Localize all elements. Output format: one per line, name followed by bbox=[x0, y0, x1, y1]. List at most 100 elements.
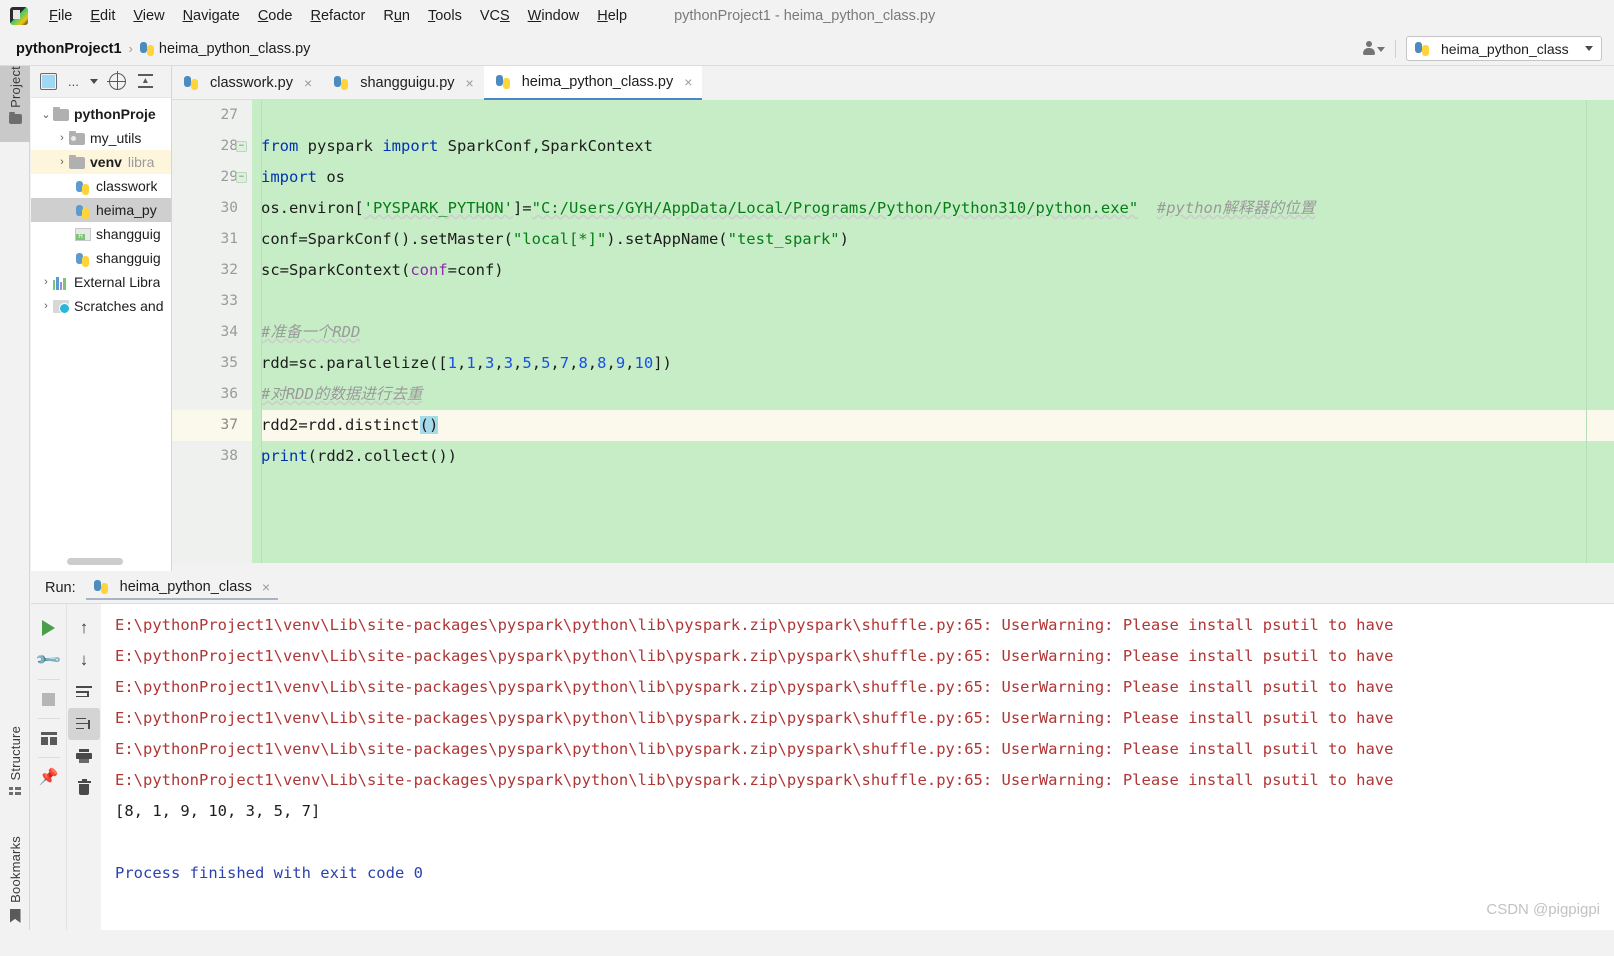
close-icon[interactable]: × bbox=[466, 75, 474, 91]
select-opened-file-icon[interactable] bbox=[40, 73, 57, 90]
menu-file-label: ile bbox=[57, 8, 73, 24]
tree-item-shangguigu-py[interactable]: shangguig bbox=[31, 246, 171, 270]
html-file-icon bbox=[75, 228, 91, 241]
play-icon bbox=[42, 620, 55, 636]
scratches-icon bbox=[53, 300, 70, 314]
rerun-button[interactable] bbox=[33, 612, 65, 644]
folder-icon bbox=[53, 106, 69, 121]
run-tab-label: heima_python_class bbox=[119, 579, 252, 595]
code-line-29: import os bbox=[261, 168, 345, 186]
tab-shangguigu-py[interactable]: shangguigu.py × bbox=[322, 66, 484, 100]
breadcrumb-project[interactable]: pythonProject1 bbox=[16, 41, 122, 57]
layout-button[interactable] bbox=[33, 722, 65, 754]
code-line-30: os.environ['PYSPARK_PYTHON']="C:/Users/G… bbox=[261, 199, 1316, 217]
menu-window[interactable]: Window bbox=[519, 5, 589, 27]
python-file-icon bbox=[139, 41, 154, 56]
chevron-down-icon[interactable]: ⌄ bbox=[39, 108, 53, 121]
project-horizontal-scrollbar[interactable] bbox=[67, 558, 123, 565]
clear-all-button[interactable] bbox=[68, 772, 100, 804]
printer-icon bbox=[76, 749, 92, 763]
source-folder-icon bbox=[69, 130, 85, 145]
editor-horizontal-scrollbar[interactable] bbox=[172, 563, 1614, 572]
chevron-right-icon[interactable]: › bbox=[55, 156, 69, 168]
locate-icon[interactable] bbox=[106, 71, 126, 90]
chevron-right-icon[interactable]: › bbox=[39, 276, 53, 288]
trash-icon bbox=[77, 779, 91, 795]
editor-tab-bar: classwork.py × shangguigu.py × heima_pyt… bbox=[172, 66, 1614, 100]
tab-heima-python-class-py[interactable]: heima_python_class.py × bbox=[483, 66, 703, 100]
menu-view[interactable]: View bbox=[124, 5, 173, 27]
indent-guide bbox=[261, 100, 262, 571]
sidebar-item-structure[interactable]: Structure bbox=[0, 726, 30, 818]
menu-tools[interactable]: Tools bbox=[419, 5, 471, 27]
tree-item-my-utils[interactable]: › my_utils bbox=[31, 126, 171, 150]
chevron-down-icon bbox=[1585, 46, 1593, 51]
settings-button[interactable]: 🔧 bbox=[33, 644, 65, 676]
run-tab-heima-python-class[interactable]: heima_python_class × bbox=[85, 575, 279, 600]
pin-tab-button[interactable]: 📌 bbox=[33, 761, 65, 793]
tree-item-shangguigu-html[interactable]: shangguig bbox=[31, 222, 171, 246]
run-tool-window-header: Run: heima_python_class × bbox=[31, 572, 1614, 604]
menu-navigate[interactable]: Navigate bbox=[174, 5, 249, 27]
soft-wrap-icon bbox=[76, 686, 92, 698]
tab-classwork-py[interactable]: classwork.py × bbox=[172, 66, 323, 100]
menu-file[interactable]: File bbox=[40, 5, 81, 27]
line-number: 27 bbox=[220, 107, 238, 123]
print-button[interactable] bbox=[68, 740, 100, 772]
code-editor[interactable]: 27 28 29 30 31 32 33 34 35 36 37 38 − − bbox=[172, 100, 1614, 571]
soft-wrap-button[interactable] bbox=[68, 676, 100, 708]
tree-item-venv[interactable]: › venv libra bbox=[31, 150, 171, 174]
menu-vcs[interactable]: VCS bbox=[471, 5, 519, 27]
tree-item-pythonproject1[interactable]: ⌄ pythonProje bbox=[31, 102, 171, 126]
tree-item-external-libraries[interactable]: › External Libra bbox=[31, 270, 171, 294]
pycharm-logo-icon bbox=[10, 7, 28, 25]
tab-label: classwork.py bbox=[210, 74, 293, 91]
menu-bar: File Edit View Navigate Code Refactor Ru… bbox=[0, 0, 1614, 32]
close-icon[interactable]: × bbox=[262, 579, 270, 595]
window-title: pythonProject1 - heima_python_class.py bbox=[674, 8, 936, 24]
run-toolbar-left-column: 🔧 📌 bbox=[31, 604, 66, 956]
console-line: E:\pythonProject1\venv\Lib\site-packages… bbox=[115, 647, 1394, 665]
sidebar-item-project[interactable]: Project bbox=[0, 66, 30, 142]
run-configuration-selector[interactable]: heima_python_class bbox=[1406, 36, 1602, 61]
stop-button[interactable] bbox=[33, 683, 65, 715]
fold-marker-icon[interactable]: − bbox=[236, 172, 247, 183]
line-number-gutter: 27 28 29 30 31 32 33 34 35 36 37 38 − − bbox=[172, 100, 252, 571]
menu-refactor[interactable]: Refactor bbox=[302, 5, 375, 27]
project-options-ellipsis[interactable]: ... bbox=[68, 73, 79, 90]
tree-item-heima-python-class[interactable]: heima_py bbox=[31, 198, 171, 222]
chevron-right-icon[interactable]: › bbox=[39, 300, 53, 312]
menu-edit[interactable]: Edit bbox=[81, 5, 124, 27]
menu-code[interactable]: Code bbox=[249, 5, 302, 27]
run-toolbar: 🔧 📌 ↑ ↓ bbox=[31, 604, 101, 956]
collapse-all-icon[interactable] bbox=[137, 73, 154, 90]
right-margin-guide bbox=[1586, 100, 1587, 571]
close-icon[interactable]: × bbox=[304, 75, 312, 91]
code-text[interactable]: from pyspark import SparkConf,SparkConte… bbox=[252, 100, 1614, 571]
run-tool-window: Run: heima_python_class × 🔧 📌 ↑ ↓ E:\pyt… bbox=[31, 572, 1614, 956]
chevron-down-icon[interactable] bbox=[89, 79, 98, 84]
tree-item-classwork[interactable]: classwork bbox=[31, 174, 171, 198]
menu-help[interactable]: Help bbox=[588, 5, 636, 27]
down-button[interactable]: ↓ bbox=[68, 644, 100, 676]
close-icon[interactable]: × bbox=[684, 74, 692, 90]
tree-item-label: heima_py bbox=[96, 202, 157, 218]
console-exit-message: Process finished with exit code 0 bbox=[115, 864, 423, 882]
editor-area: classwork.py × shangguigu.py × heima_pyt… bbox=[172, 66, 1614, 571]
tree-item-scratches[interactable]: › Scratches and bbox=[31, 294, 171, 318]
person-dropdown-icon[interactable] bbox=[1363, 40, 1385, 58]
console-output[interactable]: E:\pythonProject1\venv\Lib\site-packages… bbox=[101, 604, 1614, 956]
pin-icon: 📌 bbox=[38, 769, 59, 786]
scroll-to-end-button[interactable] bbox=[68, 708, 100, 740]
up-button[interactable]: ↑ bbox=[68, 612, 100, 644]
fold-marker-icon[interactable]: − bbox=[236, 141, 247, 152]
code-line-31: conf=SparkConf().setMaster("local[*]").s… bbox=[261, 230, 849, 248]
breadcrumb-file[interactable]: heima_python_class.py bbox=[159, 41, 311, 57]
chevron-right-icon[interactable]: › bbox=[55, 132, 69, 144]
folder-icon bbox=[69, 154, 85, 169]
library-icon bbox=[53, 276, 69, 290]
menu-run[interactable]: Run bbox=[374, 5, 419, 27]
